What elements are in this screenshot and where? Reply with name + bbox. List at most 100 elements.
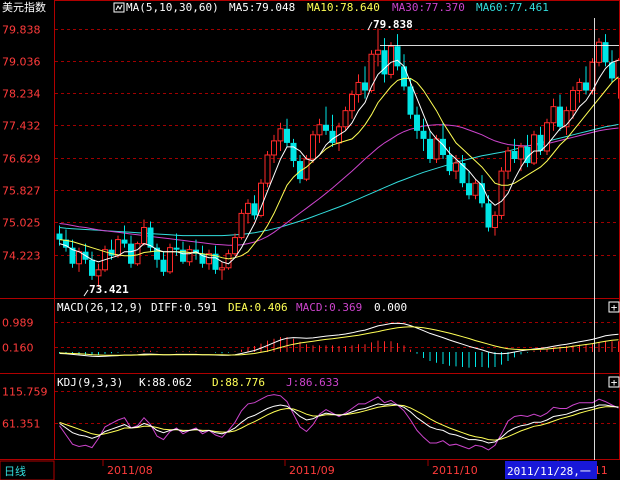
candle-body bbox=[505, 150, 511, 172]
candle-body bbox=[420, 130, 427, 139]
macd-tick: 0.160 bbox=[2, 342, 34, 355]
candle-body bbox=[550, 106, 557, 124]
candle-body bbox=[284, 128, 290, 143]
candle-body bbox=[342, 110, 349, 128]
macd-tick: 0.989 bbox=[2, 317, 34, 330]
svg-text:MACD:0.369: MACD:0.369 bbox=[296, 301, 362, 314]
candle-body bbox=[531, 134, 537, 164]
candle-body bbox=[56, 233, 63, 240]
period-tab[interactable]: 日线 bbox=[0, 460, 55, 480]
candle bbox=[342, 106, 349, 131]
chart-background bbox=[0, 0, 620, 480]
candle-body bbox=[446, 154, 453, 172]
candle-body bbox=[407, 86, 414, 115]
candle-body bbox=[238, 212, 245, 239]
svg-text:73.421: 73.421 bbox=[89, 283, 129, 296]
svg-text:+: + bbox=[611, 301, 618, 314]
svg-text:KDJ(9,3,3): KDJ(9,3,3) bbox=[57, 376, 123, 389]
candle-body bbox=[310, 134, 316, 160]
candle bbox=[310, 130, 316, 164]
candle bbox=[134, 241, 141, 266]
svg-text:MACD(26,12,9): MACD(26,12,9) bbox=[57, 301, 143, 314]
candle-body bbox=[186, 249, 193, 263]
stock-chart[interactable]: 79.838 79.036 78.234 77.432 76.629 75.827 75.0… bbox=[0, 0, 620, 480]
kdj-tick: 61.351 bbox=[2, 418, 41, 431]
candle-body bbox=[375, 49, 381, 55]
candle-body bbox=[134, 243, 141, 265]
candle-body bbox=[518, 146, 524, 160]
date-label: 2011/09 bbox=[289, 464, 335, 477]
candle-body bbox=[355, 81, 362, 96]
svg-text:MA5:79.048: MA5:79.048 bbox=[229, 1, 295, 14]
candle-body bbox=[498, 170, 505, 216]
candle-body bbox=[583, 82, 589, 91]
candle-body bbox=[303, 158, 310, 180]
candle-body bbox=[427, 138, 433, 160]
candle-body bbox=[570, 90, 576, 112]
candle bbox=[388, 42, 394, 79]
svg-text:MA30:77.370: MA30:77.370 bbox=[392, 1, 465, 14]
candle-body bbox=[323, 124, 329, 131]
candle-body bbox=[89, 259, 95, 276]
candle-body bbox=[453, 162, 459, 172]
candle-body bbox=[95, 269, 102, 277]
candle-body bbox=[362, 82, 368, 91]
candle-body bbox=[368, 53, 375, 92]
candle-body bbox=[141, 227, 147, 245]
candle bbox=[264, 150, 271, 188]
candle-body bbox=[290, 142, 297, 162]
price-tick: 75.827 bbox=[2, 185, 41, 198]
candle-body bbox=[251, 203, 258, 216]
candle-body bbox=[128, 243, 134, 264]
candle bbox=[498, 167, 505, 220]
svg-text:MA(5,10,30,60): MA(5,10,30,60) bbox=[126, 1, 219, 14]
candle-body bbox=[557, 106, 563, 127]
candle-body bbox=[225, 253, 232, 269]
candle-body bbox=[388, 45, 394, 75]
svg-text:D:88.776: D:88.776 bbox=[212, 376, 265, 389]
high-marker: 79.838 bbox=[367, 18, 413, 31]
candle-body bbox=[615, 59, 620, 79]
candle-body bbox=[466, 183, 472, 196]
svg-text:79.838: 79.838 bbox=[373, 18, 413, 31]
candle bbox=[238, 209, 245, 240]
svg-text:DEA:0.406: DEA:0.406 bbox=[228, 301, 288, 314]
candle-body bbox=[472, 182, 479, 196]
macd-expand-button[interactable]: + bbox=[608, 301, 620, 314]
candle bbox=[167, 243, 173, 274]
kdj-tick: 115.759 bbox=[2, 386, 48, 399]
candle-body bbox=[271, 140, 277, 156]
candle-body bbox=[433, 138, 440, 160]
candle-body bbox=[349, 94, 355, 112]
svg-text:0.000: 0.000 bbox=[374, 301, 407, 314]
candle-body bbox=[277, 128, 284, 142]
candle-body bbox=[115, 239, 121, 257]
svg-text:日线: 日线 bbox=[4, 464, 26, 478]
candle-body bbox=[264, 154, 271, 184]
candle-body bbox=[173, 247, 180, 250]
candle-body bbox=[232, 237, 238, 255]
price-tick: 75.025 bbox=[2, 217, 41, 230]
candle-body bbox=[492, 214, 498, 229]
candle bbox=[544, 118, 550, 155]
candle-body bbox=[219, 267, 225, 271]
candle-body bbox=[76, 251, 82, 265]
candle bbox=[531, 130, 537, 166]
price-tick: 78.234 bbox=[2, 88, 41, 101]
svg-text:MA10:78.640: MA10:78.640 bbox=[307, 1, 380, 14]
svg-text:MA60:77.461: MA60:77.461 bbox=[476, 1, 549, 14]
cursor-date-label: 2011/11/28,一 bbox=[505, 461, 597, 479]
price-tick: 79.838 bbox=[2, 24, 41, 37]
candle-body bbox=[576, 81, 583, 92]
candle-body bbox=[121, 239, 128, 244]
candle bbox=[596, 38, 602, 67]
candle-body bbox=[245, 202, 251, 214]
svg-text:+: + bbox=[611, 376, 618, 389]
candle-body bbox=[401, 66, 407, 87]
candle-body bbox=[394, 46, 401, 67]
candle-body bbox=[414, 114, 420, 131]
kdj-expand-button[interactable]: + bbox=[608, 376, 620, 389]
svg-text:J:86.633: J:86.633 bbox=[286, 376, 339, 389]
candle-body bbox=[485, 203, 492, 228]
index-title: 美元指数 bbox=[2, 0, 46, 14]
